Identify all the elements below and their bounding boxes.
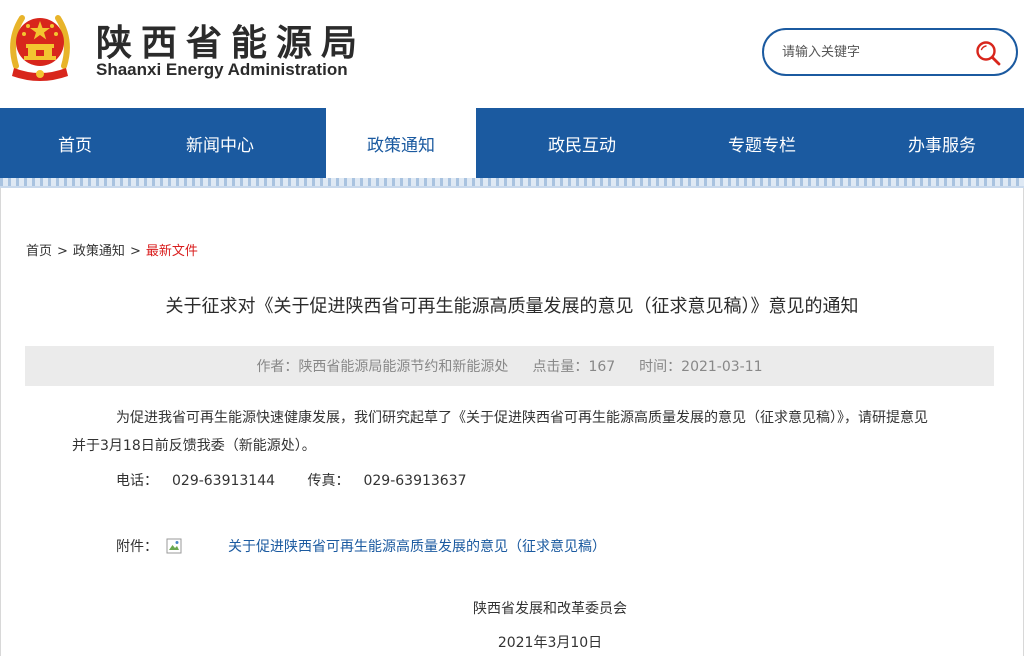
nav-item-home[interactable]: 首页 bbox=[0, 108, 150, 178]
contact-info: 电话： 029-63913144 传真： 029-63913637 bbox=[116, 470, 495, 490]
phone-label: 电话： bbox=[116, 473, 158, 489]
signature-date: 2021年3月10日 bbox=[497, 635, 603, 651]
attachment-link[interactable]: 关于促进陕西省可再生能源高质量发展的意见（征求意见稿） bbox=[228, 536, 606, 556]
search-box bbox=[762, 28, 1018, 76]
site-header: 陕西省能源局 Shaanxi Energy Administration bbox=[0, 0, 1024, 108]
attachment: 附件： 关于促进陕西省可再生能源高质量发展的意见（征求意见稿） bbox=[116, 536, 606, 556]
attachment-label: 附件： bbox=[116, 539, 158, 555]
breadcrumb: 首页 > 政策通知 > 最新文件 bbox=[26, 240, 198, 259]
meta-clicks-value: 167 bbox=[588, 359, 616, 375]
broken-image-icon bbox=[166, 538, 182, 554]
meta-clicks: 点击量：167 bbox=[532, 356, 615, 376]
breadcrumb-policy-notice[interactable]: 政策通知 bbox=[73, 244, 125, 259]
article-paragraph: 为促进我省可再生能源快速健康发展，我们研究起草了《关于促进陕西省可再生能源高质量… bbox=[72, 410, 928, 454]
fax-value: 029-63913637 bbox=[363, 473, 467, 489]
phone-value: 029-63913144 bbox=[172, 473, 276, 489]
site-title: 陕西省能源局 bbox=[96, 22, 367, 64]
signature-org: 陕西省发展和改革委员会 bbox=[473, 601, 627, 617]
national-emblem-icon bbox=[10, 15, 70, 81]
main-nav: 首页 新闻中心 政策通知 政民互动 专题专栏 办事服务 bbox=[0, 108, 1024, 178]
meta-clicks-label: 点击量： bbox=[532, 359, 589, 375]
search-icon[interactable] bbox=[974, 39, 1002, 67]
fax-label: 传真： bbox=[307, 473, 350, 489]
meta-time: 时间：2021-03-11 bbox=[639, 356, 762, 376]
meta-author-value: 陕西省能源局能源节约和新能源处 bbox=[298, 359, 509, 375]
nav-decor-strip bbox=[0, 178, 1024, 186]
breadcrumb-home[interactable]: 首页 bbox=[26, 244, 52, 259]
article-title: 关于征求对《关于促进陕西省可再生能源高质量发展的意见（征求意见稿）》意见的通知 bbox=[165, 296, 859, 317]
meta-time-label: 时间： bbox=[639, 359, 682, 375]
meta-author: 作者：陕西省能源局能源节约和新能源处 bbox=[256, 356, 508, 376]
site-subtitle: Shaanxi Energy Administration bbox=[96, 60, 348, 79]
nav-item-news-center[interactable]: 新闻中心 bbox=[145, 108, 295, 178]
contact-fax: 传真： 029-63913637 bbox=[307, 473, 480, 489]
nav-item-services[interactable]: 办事服务 bbox=[867, 108, 1017, 178]
nav-item-policy-notice[interactable]: 政策通知 bbox=[326, 108, 476, 178]
meta-time-value: 2021-03-11 bbox=[681, 359, 763, 375]
nav-item-public-interaction[interactable]: 政民互动 bbox=[507, 108, 657, 178]
article-meta-bar: 作者：陕西省能源局能源节约和新能源处 点击量：167 时间：2021-03-11 bbox=[25, 346, 994, 386]
meta-author-label: 作者： bbox=[256, 359, 299, 375]
breadcrumb-separator: > bbox=[129, 244, 141, 259]
nav-item-special-topics[interactable]: 专题专栏 bbox=[687, 108, 837, 178]
breadcrumb-current[interactable]: 最新文件 bbox=[146, 244, 198, 259]
contact-phone: 电话： 029-63913144 bbox=[116, 473, 289, 489]
breadcrumb-separator: > bbox=[57, 244, 68, 259]
search-input[interactable] bbox=[782, 41, 972, 63]
